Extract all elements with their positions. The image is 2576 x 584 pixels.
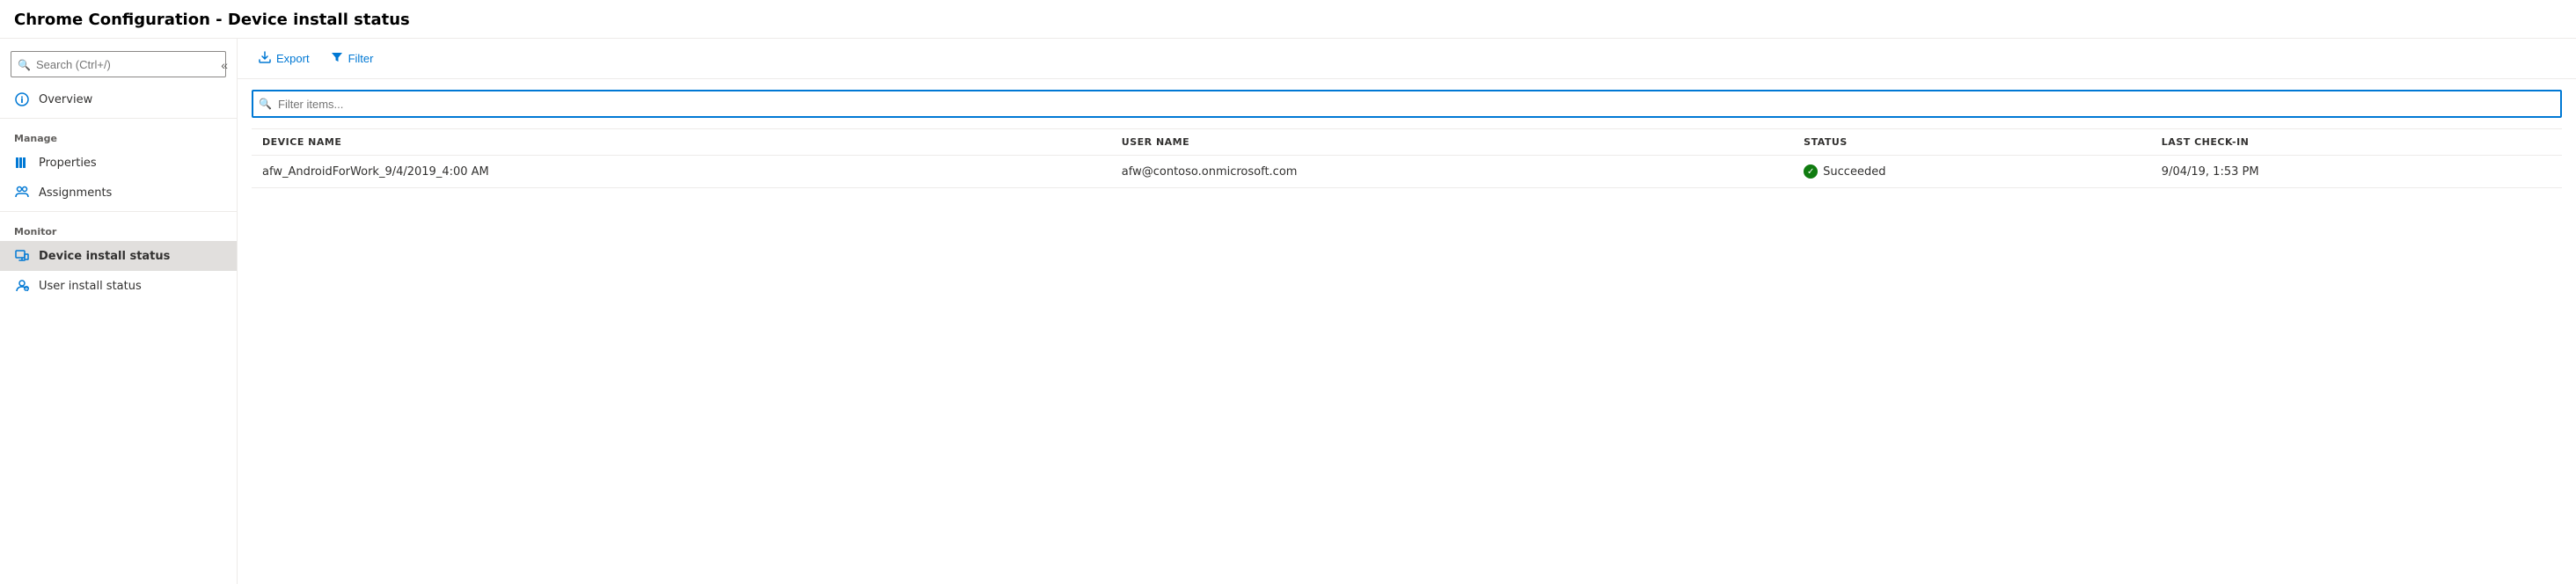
data-table: DEVICE NAME USER NAME STATUS LAST CHECK-… bbox=[252, 128, 2562, 188]
collapse-sidebar-button[interactable]: « bbox=[216, 56, 233, 74]
manage-section-label: Manage bbox=[0, 122, 237, 148]
status-text: Succeeded bbox=[1823, 165, 1885, 179]
status-cell: ✓ Succeeded bbox=[1804, 164, 2141, 179]
content-area: Export Filter 🔍 bbox=[238, 39, 2576, 584]
sidebar-item-assignments-label: Assignments bbox=[39, 186, 112, 200]
table-row[interactable]: afw_AndroidForWork_9/4/2019_4:00 AM afw@… bbox=[252, 156, 2562, 188]
filter-label: Filter bbox=[348, 52, 374, 65]
info-icon: i bbox=[14, 91, 30, 107]
sidebar-item-device-install-status-label: Device install status bbox=[39, 250, 170, 263]
export-button[interactable]: Export bbox=[252, 46, 317, 71]
cell-device-name: afw_AndroidForWork_9/4/2019_4:00 AM bbox=[252, 156, 1111, 188]
user-icon: + bbox=[14, 278, 30, 294]
device-icon bbox=[14, 248, 30, 264]
col-device-name[interactable]: DEVICE NAME bbox=[252, 129, 1111, 156]
export-icon bbox=[259, 51, 271, 66]
table-area: 🔍 DEVICE NAME USER NAME STATUS LAST CHEC… bbox=[238, 79, 2576, 584]
sidebar-item-properties-label: Properties bbox=[39, 157, 97, 170]
table-header-row: DEVICE NAME USER NAME STATUS LAST CHECK-… bbox=[252, 129, 2562, 156]
cell-last-checkin: 9/04/19, 1:53 PM bbox=[2151, 156, 2562, 188]
toolbar: Export Filter bbox=[238, 39, 2576, 79]
title-bar: Chrome Configuration - Device install st… bbox=[0, 0, 2576, 39]
sidebar-item-properties[interactable]: Properties bbox=[0, 148, 237, 178]
sidebar-item-device-install-status[interactable]: Device install status bbox=[0, 241, 237, 271]
cell-status: ✓ Succeeded bbox=[1793, 156, 2151, 188]
monitor-divider bbox=[0, 211, 237, 212]
filter-button[interactable]: Filter bbox=[324, 46, 381, 71]
cell-user-name: afw@contoso.onmicrosoft.com bbox=[1111, 156, 1793, 188]
manage-divider bbox=[0, 118, 237, 119]
sidebar-item-user-install-status-label: User install status bbox=[39, 280, 142, 293]
assignments-icon bbox=[14, 185, 30, 201]
filter-input-wrap: 🔍 bbox=[252, 90, 2562, 118]
sidebar-item-overview-label: Overview bbox=[39, 93, 92, 106]
page-title: Chrome Configuration - Device install st… bbox=[14, 11, 2562, 29]
export-label: Export bbox=[276, 52, 310, 65]
sidebar-item-overview[interactable]: i Overview bbox=[0, 84, 237, 114]
monitor-section-label: Monitor bbox=[0, 215, 237, 241]
col-last-checkin[interactable]: LAST CHECK-IN bbox=[2151, 129, 2562, 156]
svg-text:+: + bbox=[24, 287, 28, 293]
filter-icon bbox=[331, 51, 343, 66]
properties-icon bbox=[14, 155, 30, 171]
main-layout: 🔍 « i Overview Manage bbox=[0, 39, 2576, 584]
col-status[interactable]: STATUS bbox=[1793, 129, 2151, 156]
sidebar-item-assignments[interactable]: Assignments bbox=[0, 178, 237, 208]
svg-text:i: i bbox=[20, 96, 23, 106]
filter-input[interactable] bbox=[252, 90, 2562, 118]
col-user-name[interactable]: USER NAME bbox=[1111, 129, 1793, 156]
search-input[interactable] bbox=[11, 51, 226, 77]
sidebar: 🔍 « i Overview Manage bbox=[0, 39, 238, 584]
search-container: 🔍 « bbox=[0, 46, 237, 84]
sidebar-item-user-install-status[interactable]: + User install status bbox=[0, 271, 237, 301]
success-icon: ✓ bbox=[1804, 164, 1818, 179]
